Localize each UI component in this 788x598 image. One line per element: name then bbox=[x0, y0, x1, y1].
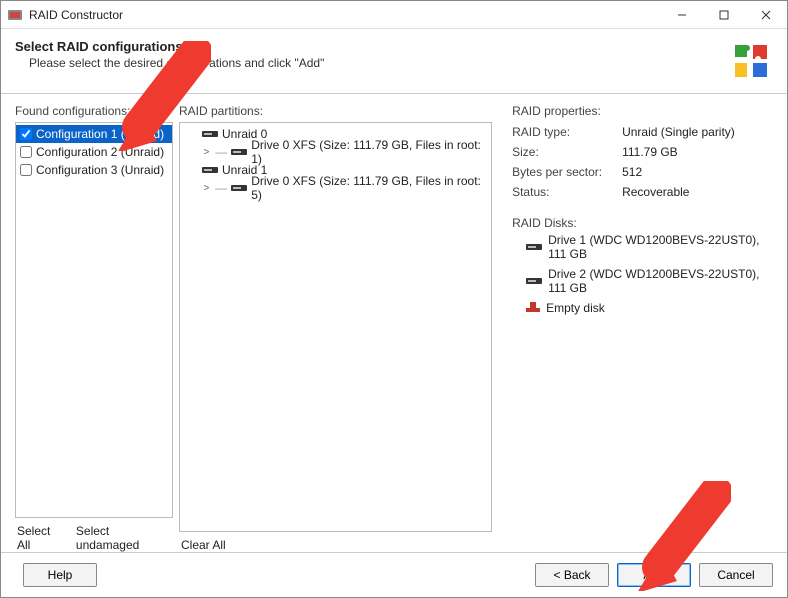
minimize-button[interactable] bbox=[661, 1, 703, 29]
prop-bps-label: Bytes per sector: bbox=[512, 162, 622, 182]
clear-all-link[interactable]: Clear All bbox=[181, 538, 226, 552]
puzzle-icon bbox=[729, 39, 773, 83]
empty-disk-icon bbox=[526, 302, 540, 312]
tree-expander[interactable]: > bbox=[202, 183, 212, 194]
tree-dash: — bbox=[215, 145, 227, 159]
drive-icon-wrap bbox=[202, 163, 218, 177]
config-label: Configuration 3 (Unraid) bbox=[36, 163, 164, 177]
disk-label: Drive 2 (WDC WD1200BEVS-22UST0), 111 GB bbox=[548, 267, 773, 295]
config-checkbox[interactable] bbox=[20, 146, 32, 158]
properties-label: RAID properties: bbox=[512, 104, 773, 118]
disk-row: Drive 1 (WDC WD1200BEVS-22UST0), 111 GB bbox=[512, 230, 773, 264]
config-checkbox[interactable] bbox=[20, 164, 32, 176]
config-checkbox[interactable] bbox=[20, 128, 32, 140]
drive-icon-wrap bbox=[231, 145, 247, 159]
disk-row: Empty disk bbox=[512, 298, 773, 318]
cancel-button[interactable]: Cancel bbox=[699, 563, 773, 587]
select-undamaged-link[interactable]: Select undamaged bbox=[76, 524, 171, 552]
prop-size-label: Size: bbox=[512, 142, 622, 162]
config-row[interactable]: Configuration 2 (Unraid) bbox=[16, 143, 172, 161]
back-button[interactable]: < Back bbox=[535, 563, 609, 587]
window-title: RAID Constructor bbox=[29, 8, 661, 22]
app-icon bbox=[7, 7, 23, 23]
partition-row[interactable]: >—Drive 0 XFS (Size: 111.79 GB, Files in… bbox=[180, 143, 491, 161]
maximize-icon bbox=[719, 10, 729, 20]
prop-bps-value: 512 bbox=[622, 162, 773, 182]
partitions-tree[interactable]: Unraid 0>—Drive 0 XFS (Size: 111.79 GB, … bbox=[179, 122, 492, 532]
disk-label: Drive 1 (WDC WD1200BEVS-22UST0), 111 GB bbox=[548, 233, 773, 261]
page-title: Select RAID configurations bbox=[15, 39, 729, 54]
disks-section-label: RAID Disks: bbox=[512, 216, 773, 230]
disk-icon bbox=[202, 130, 218, 138]
disk-icon bbox=[202, 166, 218, 174]
disk-icon bbox=[231, 148, 247, 156]
close-button[interactable] bbox=[745, 1, 787, 29]
disks-list: Drive 1 (WDC WD1200BEVS-22UST0), 111 GB D… bbox=[512, 230, 773, 318]
add-button[interactable]: Add bbox=[617, 563, 691, 587]
page-subtitle: Please select the desired configurations… bbox=[15, 56, 729, 70]
found-configs-list[interactable]: Configuration 1 (Unraid) Configuration 2 … bbox=[15, 122, 173, 518]
wizard-footer: Help < Back Add Cancel bbox=[1, 552, 787, 597]
disk-row: Drive 2 (WDC WD1200BEVS-22UST0), 111 GB bbox=[512, 264, 773, 298]
prop-type-label: RAID type: bbox=[512, 122, 622, 142]
drive-icon-wrap bbox=[202, 127, 218, 141]
prop-type-value: Unraid (Single parity) bbox=[622, 122, 773, 142]
config-label: Configuration 1 (Unraid) bbox=[36, 127, 164, 141]
disk-icon bbox=[526, 243, 542, 251]
minimize-icon bbox=[677, 10, 687, 20]
wizard-header: Select RAID configurations Please select… bbox=[1, 29, 787, 89]
help-button[interactable]: Help bbox=[23, 563, 97, 587]
drive-icon-wrap bbox=[231, 181, 247, 195]
prop-size-value: 111.79 GB bbox=[622, 142, 773, 162]
partitions-label: RAID partitions: bbox=[179, 104, 492, 118]
partition-label: Drive 0 XFS (Size: 111.79 GB, Files in r… bbox=[251, 138, 487, 166]
close-icon bbox=[761, 10, 771, 20]
config-row[interactable]: Configuration 1 (Unraid) bbox=[16, 125, 172, 143]
prop-status-label: Status: bbox=[512, 182, 622, 202]
disk-icon-wrap bbox=[526, 240, 542, 254]
config-row[interactable]: Configuration 3 (Unraid) bbox=[16, 161, 172, 179]
disk-icon bbox=[526, 277, 542, 285]
tree-expander[interactable]: > bbox=[202, 147, 212, 158]
properties-table: RAID type: Unraid (Single parity) Size: … bbox=[512, 122, 773, 202]
found-configs-label: Found configurations: bbox=[15, 104, 173, 118]
titlebar: RAID Constructor bbox=[1, 1, 787, 29]
prop-status-value: Recoverable bbox=[622, 182, 773, 202]
partition-label: Drive 0 XFS (Size: 111.79 GB, Files in r… bbox=[251, 174, 487, 202]
disk-label: Empty disk bbox=[546, 301, 605, 315]
disk-icon bbox=[231, 184, 247, 192]
empty-disk-icon-wrap bbox=[526, 301, 540, 315]
config-label: Configuration 2 (Unraid) bbox=[36, 145, 164, 159]
partition-row[interactable]: >—Drive 0 XFS (Size: 111.79 GB, Files in… bbox=[180, 179, 491, 197]
disk-icon-wrap bbox=[526, 274, 542, 288]
maximize-button[interactable] bbox=[703, 1, 745, 29]
select-all-link[interactable]: Select All bbox=[17, 524, 64, 552]
tree-dash: — bbox=[215, 181, 227, 195]
